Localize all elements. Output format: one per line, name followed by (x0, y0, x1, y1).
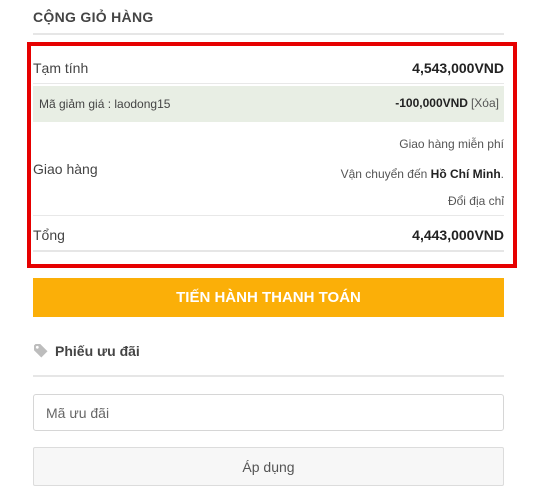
coupon-code-input[interactable] (33, 394, 504, 431)
shipping-destination-suffix: . (500, 167, 504, 181)
coupon-divider (33, 375, 504, 377)
shipping-destination-prefix: Vận chuyển đến (340, 167, 431, 181)
coupon-discount-amount: -100,000VND (395, 96, 468, 110)
remove-coupon-link[interactable]: [Xóa] (471, 96, 499, 110)
tag-icon (34, 344, 48, 358)
shipping-label: Giao hàng (33, 161, 98, 177)
cart-totals-title: CỘNG GIỎ HÀNG (33, 9, 154, 25)
shipping-row: Giao hàng Giao hàng miễn phí Vận chuyển … (33, 124, 504, 216)
coupon-discount-value: -100,000VND [Xóa] (395, 96, 499, 110)
shipping-method: Giao hàng miễn phí (399, 137, 504, 151)
coupon-discount-label: Mã giảm giá : laodong15 (39, 97, 171, 111)
shipping-destination-city: Hồ Chí Minh (430, 167, 501, 181)
order-total-value: 4,443,000VND (412, 227, 504, 243)
order-total-label: Tổng (33, 227, 65, 243)
apply-coupon-button[interactable]: Áp dụng (33, 447, 504, 486)
coupon-discount-row: Mã giảm giá : laodong15 -100,000VND [Xóa] (33, 86, 504, 122)
order-total-row: Tổng 4,443,000VND (33, 218, 504, 252)
proceed-to-checkout-button[interactable]: TIẾN HÀNH THANH TOÁN (33, 278, 504, 317)
subtotal-label: Tạm tính (33, 60, 89, 76)
shipping-destination: Vận chuyển đến Hồ Chí Minh. (341, 167, 504, 181)
subtotal-value: 4,543,000VND (412, 60, 504, 76)
change-address-link[interactable]: Đổi địa chỉ (448, 194, 504, 208)
coupon-heading-label: Phiếu ưu đãi (55, 343, 140, 359)
title-divider (33, 33, 504, 35)
coupon-heading: Phiếu ưu đãi (33, 343, 140, 359)
subtotal-row: Tạm tính 4,543,000VND (33, 52, 504, 84)
